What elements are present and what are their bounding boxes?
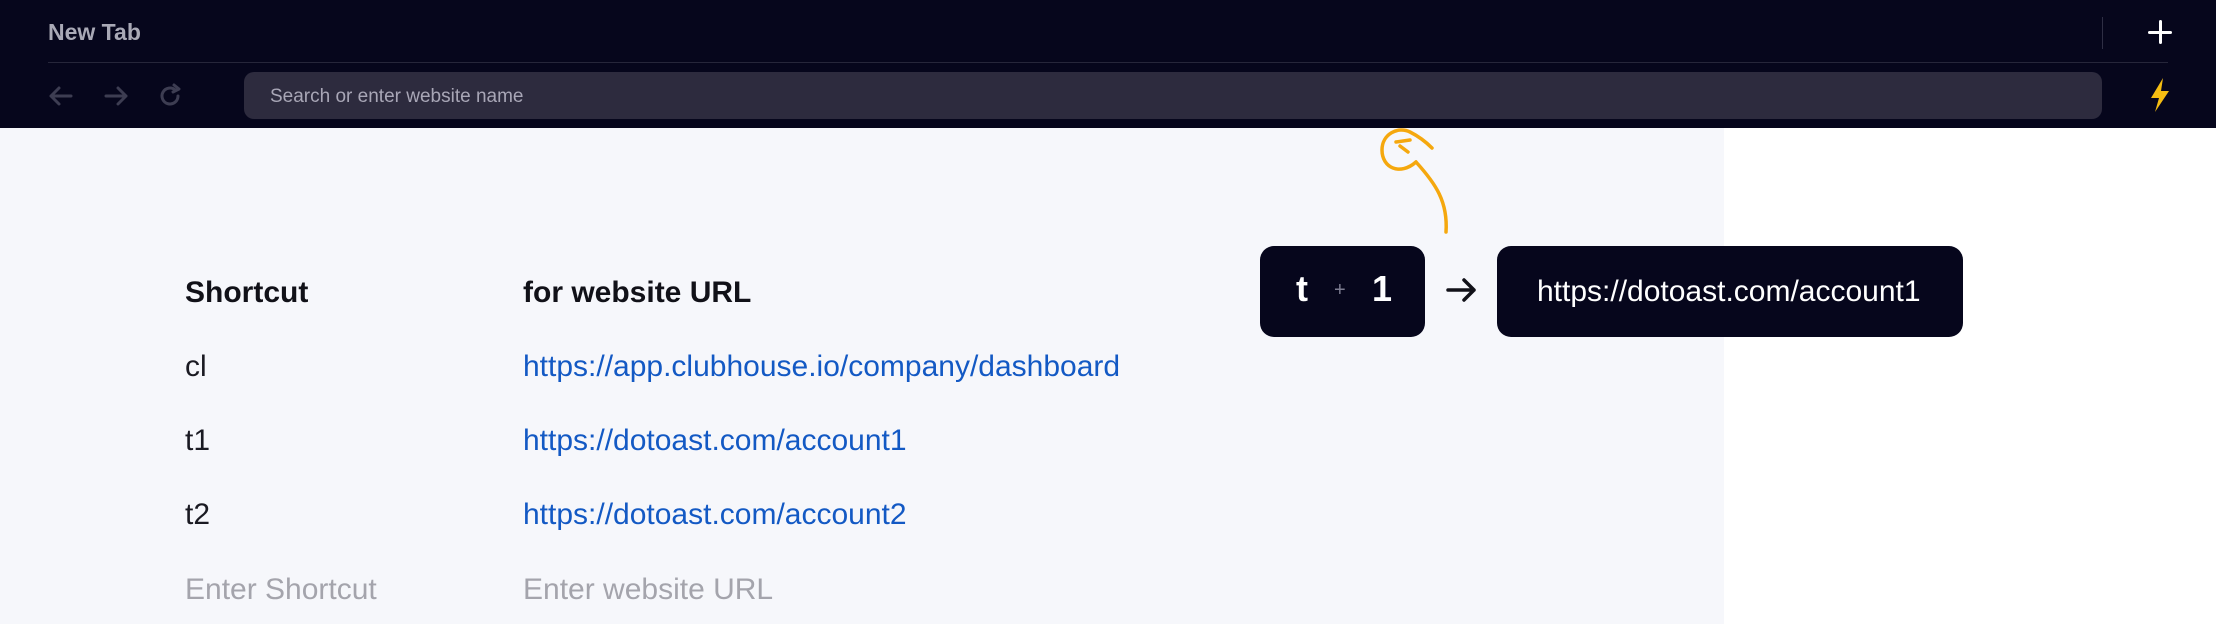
url-column-header: for website URL: [523, 276, 752, 309]
shortcut-column-header: Shortcut: [185, 276, 309, 309]
arrow-right-icon: [1444, 272, 1480, 308]
keystroke-chip: t + 1: [1260, 246, 1425, 337]
address-input[interactable]: [268, 72, 2072, 121]
shortcut-cell[interactable]: t1: [185, 424, 210, 458]
lightning-bolt-icon[interactable]: [2145, 75, 2175, 115]
key-1: 1: [1372, 268, 1393, 309]
curved-arrow-up-icon: [1370, 118, 1460, 240]
key-plus: +: [1334, 279, 1346, 301]
tab-separator: [2102, 17, 2103, 49]
url-link[interactable]: https://dotoast.com/account2: [523, 498, 907, 532]
address-bar[interactable]: [244, 72, 2102, 121]
shortcut-cell[interactable]: t2: [185, 498, 210, 532]
url-link[interactable]: https://app.clubhouse.io/company/dashboa…: [523, 350, 1120, 384]
shortcut-cell[interactable]: cl: [185, 350, 207, 384]
new-url-input[interactable]: [523, 568, 1123, 612]
result-url: https://dotoast.com/account1: [1537, 275, 1921, 308]
key-t: t: [1296, 268, 1308, 309]
reload-icon[interactable]: [152, 78, 188, 114]
arrow-right-icon[interactable]: [98, 78, 134, 114]
plus-icon[interactable]: [2142, 14, 2178, 50]
browser-toolbar: New Tab: [0, 0, 2216, 128]
arrow-left-icon[interactable]: [43, 78, 79, 114]
tab-title[interactable]: New Tab: [48, 19, 141, 46]
new-shortcut-input[interactable]: [185, 568, 495, 612]
url-link[interactable]: https://dotoast.com/account1: [523, 424, 907, 458]
result-url-chip: https://dotoast.com/account1: [1497, 246, 1963, 337]
toolbar-divider: [48, 62, 2168, 63]
